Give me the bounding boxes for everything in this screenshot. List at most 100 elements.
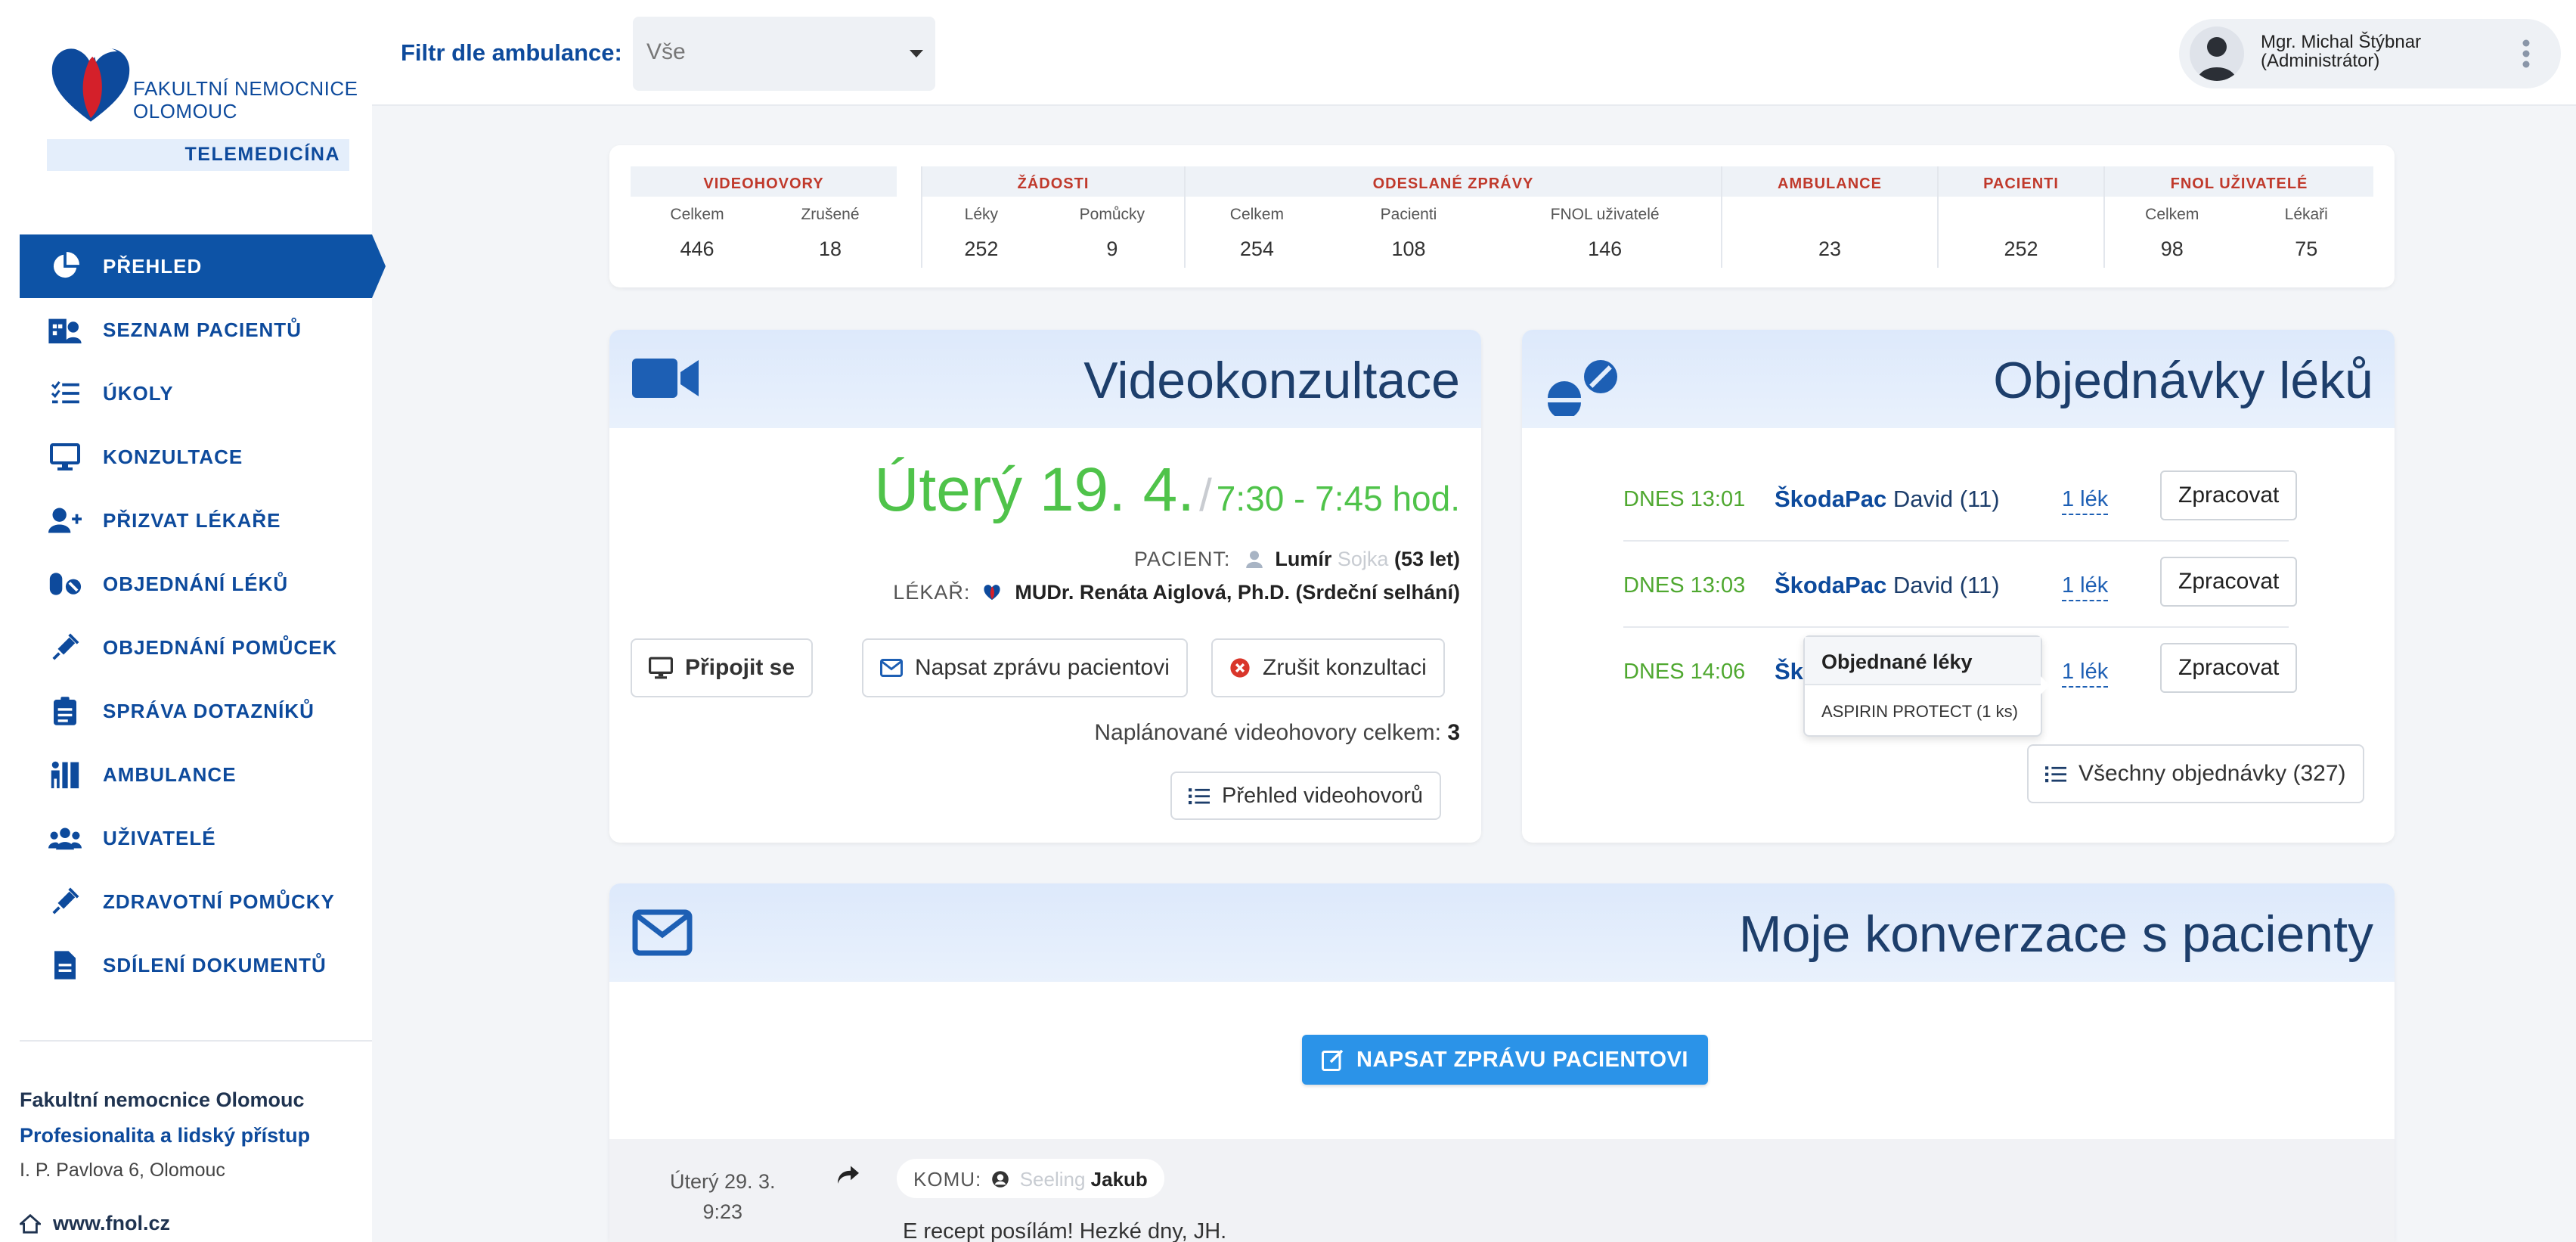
card-title: Objednávky léků (1993, 352, 2373, 409)
user-role: (Administrátor) (2261, 51, 2380, 71)
footer-address: I. P. Pavlova 6, Olomouc (20, 1160, 225, 1181)
conversations-card: Moje konverzace s pacienty NAPSAT ZPRÁVU… (609, 883, 2395, 1242)
planned-calls-label: Naplánované videohovory celkem: (1094, 720, 1441, 745)
message-day: Úterý 29. 3. (670, 1170, 776, 1193)
heart-logo-icon (51, 48, 130, 122)
process-order-button[interactable]: Zpracovat (2160, 643, 2298, 693)
order-drug-count-link[interactable]: 1 lék (2062, 660, 2109, 688)
logo-text-line2: OLOMOUC (133, 100, 237, 123)
logo-text-line1: FAKULTNÍ NEMOCNICE (133, 77, 358, 100)
card-title: Videokonzultace (1083, 352, 1460, 409)
stat-label: Zrušené (801, 206, 860, 223)
order-drug-count-link[interactable]: 1 lék (2062, 573, 2109, 601)
stat-group-odeslane-zpravy: ODESLANÉ ZPRÁVY Celkem 254 Pacienti 108 FN… (1186, 166, 1721, 268)
reply-arrow-icon (836, 1165, 860, 1186)
stat-column: Pomůcky 9 (1040, 197, 1184, 261)
order-time: DNES 13:01 (1623, 487, 1746, 511)
stat-value: 254 (1239, 238, 1274, 260)
hospital-user-icon (48, 315, 82, 345)
caret-down-icon (910, 50, 923, 57)
filter-label: Filtr dle ambulance: (401, 39, 622, 66)
heart-logo-icon (982, 583, 1002, 607)
order-patient[interactable]: Šk (1775, 658, 1803, 685)
connect-button[interactable]: Připojit se (631, 638, 814, 697)
footer-website-link[interactable]: www.fnol.cz (20, 1212, 372, 1235)
sidebar-item-uzivatele[interactable]: UŽIVATELÉ (20, 806, 372, 870)
stat-label (1722, 206, 1937, 225)
video-overview-button[interactable]: Přehled videohovorů (1170, 772, 1442, 820)
order-patient-name: David (11) (1892, 486, 2000, 512)
connect-button-label: Připojit se (685, 655, 795, 680)
stat-label: Celkem (1229, 206, 1284, 223)
stat-column: Léky 252 (922, 197, 1040, 261)
sidebar-item-zdravotni-pomucky[interactable]: ZDRAVOTNÍ POMŮCKY (20, 870, 372, 933)
hospital-logo[interactable]: FAKULTNÍ NEMOCNICE OLOMOUC TELEMEDICÍNA (42, 33, 360, 177)
sidebar-item-konzultace[interactable]: KONZULTACE (20, 425, 372, 489)
patient-last-name-blurred: Sojka (1337, 548, 1389, 570)
recipient-name: Jakub (1090, 1168, 1148, 1191)
sidebar-item-sprava-dotazniku[interactable]: SPRÁVA DOTAZNÍKŮ (20, 679, 372, 743)
separator: / (1199, 470, 1212, 520)
cancel-consultation-button[interactable]: Zrušit konzultaci (1211, 638, 1445, 697)
consultation-time: 7:30 - 7:45 hod. (1216, 479, 1460, 518)
stat-value: 23 (1818, 238, 1842, 260)
user-full-name: Mgr. Michal Štýbnar (2261, 32, 2422, 52)
drug-orders-card: Objednávky léků DNES 13:01 ŠkodaPac Davi… (1522, 330, 2395, 843)
user-name: Mgr. Michal Štýbnar (Administrátor) (2261, 33, 2421, 70)
kebab-menu-icon[interactable] (2522, 39, 2531, 69)
cancel-consultation-label: Zrušit konzultaci (1263, 655, 1427, 680)
stat-value: 108 (1391, 238, 1426, 260)
task-list-icon (48, 378, 82, 408)
sidebar-item-objednani-leku[interactable]: OBJEDNÁNÍ LÉKŮ (20, 552, 372, 616)
sidebar-item-objednani-pomucek[interactable]: OBJEDNÁNÍ POMŮCEK (20, 616, 372, 679)
message-patient-button[interactable]: Napsat zprávu pacientovi (862, 638, 1188, 697)
ambulance-filter-select[interactable]: Vše (633, 17, 935, 91)
message-patient-label: Napsat zprávu pacientovi (915, 655, 1170, 680)
footer-org: Fakultní nemocnice Olomouc (20, 1088, 305, 1111)
order-patient-brand: ŠkodaPac (1775, 572, 1887, 598)
popover-title: Objednané léky (1805, 637, 2041, 685)
card-header: Videokonzultace (609, 330, 1481, 428)
pie-chart-icon (48, 251, 82, 281)
stat-label: Celkem (670, 206, 724, 223)
sidebar-item-label: OBJEDNÁNÍ LÉKŮ (103, 572, 289, 595)
sidebar-item-prehled[interactable]: PŘEHLED (20, 234, 386, 298)
sidebar-item-label: SEZNAM PACIENTŮ (103, 318, 302, 341)
cancel-circle-icon (1229, 657, 1251, 678)
sidebar-item-label: OBJEDNÁNÍ POMŮCEK (103, 635, 338, 659)
sidebar-item-seznam-pacientu[interactable]: SEZNAM PACIENTŮ (20, 298, 372, 362)
order-row: DNES 13:01 ŠkodaPac David (11) 1 lék Zpr… (1623, 455, 2298, 542)
stat-group-videohovory: VIDEOHOVORY Celkem 446 Zrušené 18 (631, 166, 897, 268)
sidebar-item-label: UŽIVATELÉ (103, 826, 216, 849)
sidebar-item-label: ÚKOLY (103, 381, 174, 405)
sidebar-item-prizvat-lekare[interactable]: PŘIZVAT LÉKAŘE (20, 489, 372, 552)
order-time: DNES 14:06 (1623, 660, 1746, 684)
process-order-button[interactable]: Zpracovat (2160, 470, 2298, 520)
stat-column: Zrušené 18 (764, 197, 897, 261)
conversation-item[interactable]: Úterý 29. 3. 9:23 KOMU: Seeling Jakub E … (609, 1139, 2395, 1242)
order-patient[interactable]: ŠkodaPac David (11) (1775, 486, 2000, 513)
stat-group-zadosti: ŽÁDOSTI Léky 252 Pomůcky 9 (922, 166, 1184, 268)
order-patient[interactable]: ŠkodaPac David (11) (1775, 572, 2000, 599)
order-drug-count-link[interactable]: 1 lék (2062, 487, 2109, 515)
user-menu-box[interactable]: Mgr. Michal Štýbnar (Administrátor) (2179, 19, 2561, 88)
user-icon (1245, 550, 1263, 573)
write-message-button[interactable]: NAPSAT ZPRÁVU PACIENTOVI (1302, 1035, 1708, 1085)
sidebar-item-ambulance[interactable]: AMBULANCE (20, 743, 372, 806)
process-order-button[interactable]: Zpracovat (2160, 557, 2298, 607)
sidebar-item-ukoly[interactable]: ÚKOLY (20, 362, 372, 425)
clipboard-icon (48, 696, 82, 726)
all-orders-button[interactable]: Všechny objednávky (327) (2027, 744, 2364, 803)
sidebar: FAKULTNÍ NEMOCNICE OLOMOUC TELEMEDICÍNA … (0, 0, 386, 1242)
stat-value: 9 (1106, 238, 1118, 260)
message-recipient: KOMU: Seeling Jakub (897, 1159, 1164, 1198)
video-camera-icon (632, 356, 699, 405)
stat-value: 18 (818, 238, 842, 260)
pills-icon (48, 569, 82, 599)
monitor-icon (649, 657, 673, 679)
popover-body: ASPIRIN PROTECT (1 ks) (1821, 702, 2018, 721)
sidebar-item-sdileni-dokumentu[interactable]: SDÍLENÍ DOKUMENTŮ (20, 933, 372, 997)
order-row: DNES 13:03 ŠkodaPac David (11) 1 lék Zpr… (1623, 542, 2298, 628)
order-patient-name: David (11) (1892, 572, 2000, 598)
syringe-icon (48, 632, 82, 663)
